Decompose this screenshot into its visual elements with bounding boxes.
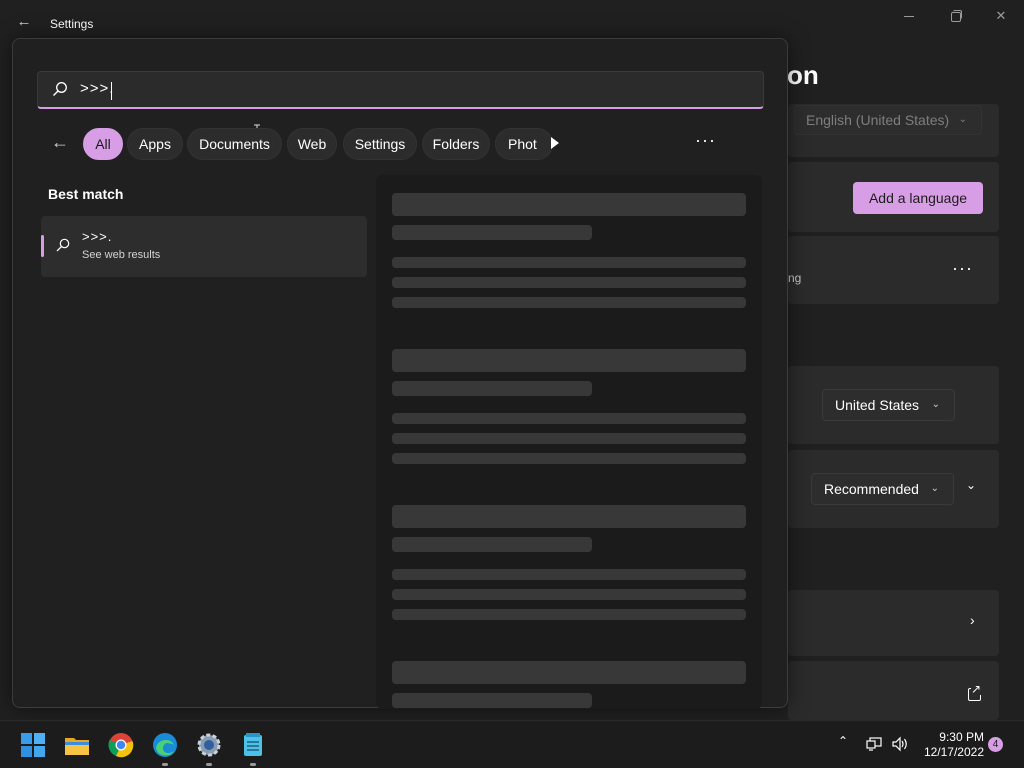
settings-gear-icon[interactable] (195, 731, 223, 759)
filter-apps[interactable]: Apps (127, 128, 183, 160)
best-match-heading: Best match (48, 186, 124, 202)
regional-format-dropdown[interactable]: Recommended ⌄ (811, 473, 954, 505)
filter-web[interactable]: Web (287, 128, 337, 160)
file-explorer-icon[interactable] (63, 731, 91, 759)
regional-format-value: Recommended (824, 481, 919, 497)
display-language-dropdown[interactable]: English (United States) ⌄ (794, 105, 982, 135)
external-link-icon (968, 683, 982, 701)
preview-pane-loading (376, 175, 762, 709)
close-button[interactable]: ✕ (978, 5, 1024, 27)
search-filter-bar: ← All Apps Documents Web Settings Folder… (13, 126, 789, 162)
windows-start-icon[interactable] (19, 731, 47, 759)
settings-card-link[interactable] (788, 590, 999, 656)
loading-placeholder (392, 225, 592, 240)
country-region-value: United States (835, 397, 920, 413)
filter-folders[interactable]: Folders (422, 128, 490, 160)
running-indicator (250, 763, 256, 766)
result-title: >>>. (82, 229, 113, 244)
filter-photos[interactable]: Phot (495, 128, 553, 160)
network-icon[interactable] (866, 737, 882, 751)
loading-placeholder (392, 349, 746, 372)
loading-placeholder (392, 505, 746, 528)
search-icon (56, 238, 70, 252)
chrome-icon[interactable] (107, 731, 135, 759)
titlebar: ← Settings ✕ (0, 0, 1024, 40)
edge-icon[interactable] (151, 731, 179, 759)
running-indicator (206, 763, 212, 766)
clock-date: 12/17/2022 (923, 745, 984, 759)
chevron-down-icon: ⌄ (931, 399, 940, 410)
selection-indicator (41, 235, 44, 257)
text-caret (111, 82, 112, 100)
result-subtitle: See web results (82, 249, 161, 261)
chevron-down-icon: ⌄ (958, 114, 967, 125)
loading-placeholder (392, 609, 746, 620)
chevron-down-icon: ⌄ (930, 483, 939, 494)
loading-placeholder (392, 277, 746, 288)
more-options-icon[interactable]: ··· (952, 258, 973, 279)
chevron-right-icon: › (970, 612, 975, 628)
scroll-right-icon[interactable] (551, 137, 559, 149)
search-query-text: >>>. (80, 80, 115, 97)
language-item-text: ng (788, 271, 802, 285)
search-flyout: >>>. ← All Apps Documents Web Settings F… (12, 38, 789, 709)
clock-time: 9:30 PM (939, 730, 984, 744)
running-indicator (162, 763, 168, 766)
notification-badge[interactable]: 4 (988, 737, 1003, 752)
country-region-dropdown[interactable]: United States ⌄ (822, 389, 955, 421)
volume-icon[interactable] (891, 736, 909, 752)
notepad-icon[interactable] (239, 731, 267, 759)
filter-all[interactable]: All (83, 128, 123, 160)
minimize-button[interactable] (886, 5, 932, 27)
taskbar: ⌃ 9:30 PM 12/17/2022 4 (0, 720, 1024, 768)
filter-settings[interactable]: Settings (343, 128, 417, 160)
expand-chevron-icon[interactable]: ⌄ (966, 478, 976, 492)
best-match-result[interactable]: >>>. See web results (41, 216, 367, 277)
loading-placeholder (392, 193, 746, 216)
loading-placeholder (392, 413, 746, 424)
search-icon (53, 82, 67, 96)
add-language-button[interactable]: Add a language (853, 182, 983, 214)
show-hidden-icons-chevron-icon[interactable]: ⌃ (838, 734, 848, 748)
back-arrow-icon[interactable]: ← (14, 12, 34, 32)
loading-placeholder (392, 381, 592, 396)
loading-placeholder (392, 589, 746, 600)
more-options-icon[interactable]: ··· (695, 130, 716, 151)
loading-placeholder (392, 661, 746, 684)
system-clock[interactable]: 9:30 PM 12/17/2022 (914, 730, 984, 760)
loading-placeholder (392, 693, 592, 708)
back-arrow-icon[interactable]: ← (51, 132, 69, 153)
restore-button[interactable] (932, 5, 978, 27)
loading-placeholder (392, 433, 746, 444)
loading-placeholder (392, 297, 746, 308)
loading-placeholder (392, 257, 746, 268)
window-title: Settings (50, 17, 94, 31)
display-language-value: English (United States) (806, 112, 950, 128)
filter-documents[interactable]: Documents (187, 128, 282, 160)
search-input[interactable]: >>>. (37, 71, 764, 109)
loading-placeholder (392, 537, 592, 552)
loading-placeholder (392, 453, 746, 464)
loading-placeholder (392, 569, 746, 580)
page-title: on (787, 60, 819, 90)
